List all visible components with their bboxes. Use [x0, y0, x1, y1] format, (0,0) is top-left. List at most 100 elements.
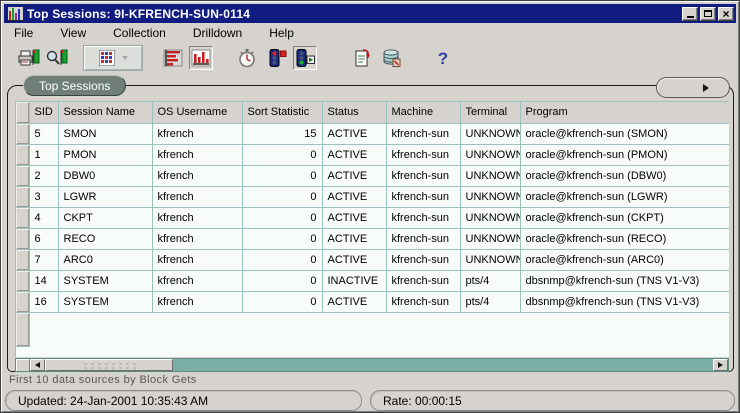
table-cell[interactable]: 0 [242, 165, 322, 186]
row-selector[interactable] [16, 228, 29, 249]
table-cell[interactable]: 5 [29, 123, 58, 144]
table-cell[interactable]: kfrench [152, 123, 242, 144]
start-collection-button[interactable] [293, 46, 317, 70]
vertical-chart-button[interactable] [189, 46, 213, 70]
table-cell[interactable]: oracle@kfrench-sun (DBW0) [520, 165, 729, 186]
table-cell[interactable]: 0 [242, 207, 322, 228]
row-selector[interactable] [16, 249, 29, 270]
scrollbar-track[interactable] [173, 359, 713, 371]
table-cell[interactable]: oracle@kfrench-sun (CKPT) [520, 207, 729, 228]
table-row[interactable]: 7ARC0kfrench0ACTIVEkfrench-sunUNKNOWNora… [16, 249, 729, 270]
column-header[interactable]: Session Name [58, 102, 152, 123]
table-cell[interactable]: UNKNOWN [460, 123, 520, 144]
row-selector[interactable] [16, 270, 29, 291]
table-cell[interactable]: ACTIVE [322, 144, 386, 165]
search-button[interactable] [45, 46, 69, 70]
menu-item-collection[interactable]: Collection [104, 25, 175, 41]
table-cell[interactable]: kfrench [152, 249, 242, 270]
table-cell[interactable]: kfrench-sun [386, 165, 460, 186]
timer-button[interactable] [235, 46, 259, 70]
row-selector[interactable] [16, 186, 29, 207]
select-all-cell[interactable] [16, 102, 29, 123]
table-cell[interactable]: UNKNOWN [460, 144, 520, 165]
scrollbar-thumb[interactable] [45, 359, 173, 371]
column-header[interactable]: OS Username [152, 102, 242, 123]
table-cell[interactable]: SYSTEM [58, 270, 152, 291]
menu-item-file[interactable]: File [5, 25, 42, 41]
table-cell[interactable]: kfrench-sun [386, 249, 460, 270]
database-button[interactable] [379, 46, 403, 70]
table-cell[interactable]: 4 [29, 207, 58, 228]
table-cell[interactable]: ACTIVE [322, 186, 386, 207]
maximize-button[interactable] [700, 7, 716, 21]
table-cell[interactable]: ACTIVE [322, 165, 386, 186]
table-cell[interactable]: PMON [58, 144, 152, 165]
table-cell[interactable]: kfrench-sun [386, 144, 460, 165]
table-row[interactable]: 1PMONkfrench0ACTIVEkfrench-sunUNKNOWNora… [16, 144, 729, 165]
table-cell[interactable]: kfrench [152, 165, 242, 186]
table-row[interactable]: 4CKPTkfrench0ACTIVEkfrench-sunUNKNOWNora… [16, 207, 729, 228]
table-cell[interactable]: 0 [242, 270, 322, 291]
table-cell[interactable]: kfrench-sun [386, 186, 460, 207]
table-cell[interactable]: pts/4 [460, 291, 520, 312]
table-cell[interactable]: 7 [29, 249, 58, 270]
report-button[interactable] [351, 46, 375, 70]
scroll-right-button[interactable] [713, 359, 728, 371]
table-cell[interactable]: kfrench-sun [386, 123, 460, 144]
table-cell[interactable]: SYSTEM [58, 291, 152, 312]
table-cell[interactable]: UNKNOWN [460, 207, 520, 228]
menu-item-drilldown[interactable]: Drilldown [184, 25, 251, 41]
table-row[interactable]: 14SYSTEMkfrench0INACTIVEkfrench-sunpts/4… [16, 270, 729, 291]
table-cell[interactable]: 16 [29, 291, 58, 312]
table-cell[interactable]: CKPT [58, 207, 152, 228]
column-header[interactable]: Machine [386, 102, 460, 123]
column-header[interactable]: Program [520, 102, 729, 123]
table-cell[interactable]: UNKNOWN [460, 165, 520, 186]
table-cell[interactable]: oracle@kfrench-sun (RECO) [520, 228, 729, 249]
tab-scroll-button[interactable] [656, 77, 730, 98]
table-cell[interactable]: kfrench [152, 144, 242, 165]
row-selector[interactable] [16, 144, 29, 165]
table-cell[interactable]: UNKNOWN [460, 228, 520, 249]
table-cell[interactable]: ACTIVE [322, 291, 386, 312]
table-cell[interactable]: ACTIVE [322, 207, 386, 228]
table-cell[interactable]: 0 [242, 186, 322, 207]
table-row[interactable]: 6RECOkfrench0ACTIVEkfrench-sunUNKNOWNora… [16, 228, 729, 249]
table-row[interactable]: 3LGWRkfrench0ACTIVEkfrench-sunUNKNOWNora… [16, 186, 729, 207]
table-cell[interactable]: DBW0 [58, 165, 152, 186]
table-cell[interactable]: ACTIVE [322, 123, 386, 144]
table-cell[interactable]: 0 [242, 144, 322, 165]
table-cell[interactable]: kfrench-sun [386, 270, 460, 291]
table-cell[interactable]: oracle@kfrench-sun (ARC0) [520, 249, 729, 270]
table-cell[interactable]: 15 [242, 123, 322, 144]
table-cell[interactable]: kfrench [152, 270, 242, 291]
table-cell[interactable]: kfrench [152, 186, 242, 207]
row-selector[interactable] [16, 291, 29, 312]
menu-item-help[interactable]: Help [260, 25, 303, 41]
table-cell[interactable]: INACTIVE [322, 270, 386, 291]
table-cell[interactable]: 2 [29, 165, 58, 186]
table-cell[interactable]: SMON [58, 123, 152, 144]
table-cell[interactable]: UNKNOWN [460, 186, 520, 207]
stop-collection-button[interactable] [265, 46, 289, 70]
table-cell[interactable]: kfrench [152, 291, 242, 312]
column-header[interactable]: Terminal [460, 102, 520, 123]
table-cell[interactable]: ARC0 [58, 249, 152, 270]
table-cell[interactable]: dbsnmp@kfrench-sun (TNS V1-V3) [520, 270, 729, 291]
table-cell[interactable]: 0 [242, 228, 322, 249]
horizontal-scrollbar[interactable] [15, 358, 729, 372]
minimize-button[interactable] [682, 7, 698, 21]
close-button[interactable]: × [718, 7, 734, 21]
table-cell[interactable]: LGWR [58, 186, 152, 207]
print-button[interactable] [17, 46, 41, 70]
table-row[interactable]: 5SMONkfrench15ACTIVEkfrench-sunUNKNOWNor… [16, 123, 729, 144]
table-row[interactable]: 2DBW0kfrench0ACTIVEkfrench-sunUNKNOWNora… [16, 165, 729, 186]
table-cell[interactable]: ACTIVE [322, 228, 386, 249]
table-cell[interactable]: 6 [29, 228, 58, 249]
menu-item-view[interactable]: View [51, 25, 95, 41]
row-selector[interactable] [16, 123, 29, 144]
table-cell[interactable]: oracle@kfrench-sun (SMON) [520, 123, 729, 144]
horizontal-chart-button[interactable] [161, 46, 185, 70]
table-cell[interactable]: kfrench-sun [386, 228, 460, 249]
table-cell[interactable]: 0 [242, 249, 322, 270]
